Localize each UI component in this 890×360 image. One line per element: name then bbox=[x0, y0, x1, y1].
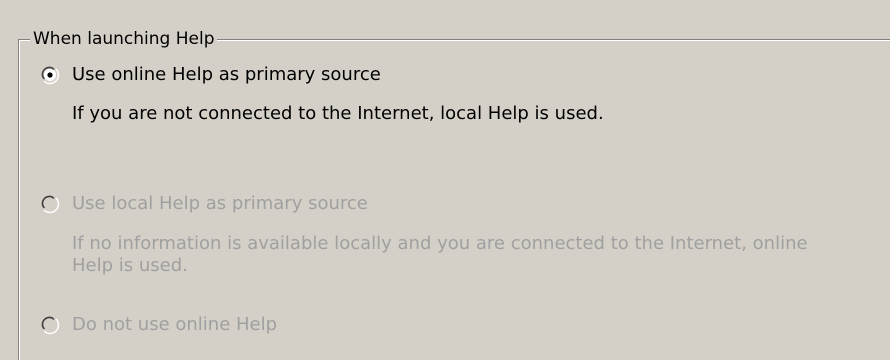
option-online-help-primary[interactable]: Use online Help as primary source bbox=[40, 64, 381, 86]
option-no-online-help[interactable]: Do not use online Help bbox=[40, 314, 277, 336]
radio-selected-icon[interactable] bbox=[40, 65, 60, 85]
option-local-help-primary[interactable]: Use local Help as primary source bbox=[40, 193, 368, 215]
option-description-line2: Help is used. bbox=[72, 255, 188, 276]
option-label: Use local Help as primary source bbox=[72, 193, 368, 214]
option-description: If you are not connected to the Internet… bbox=[72, 103, 604, 124]
radio-unselected-icon[interactable] bbox=[40, 315, 60, 335]
groupbox-title: When launching Help bbox=[30, 28, 218, 50]
radio-unselected-icon[interactable] bbox=[40, 194, 60, 214]
option-label: Use online Help as primary source bbox=[72, 64, 381, 85]
option-label: Do not use online Help bbox=[72, 314, 278, 335]
option-description-line1: If no information is available locally a… bbox=[72, 233, 808, 254]
